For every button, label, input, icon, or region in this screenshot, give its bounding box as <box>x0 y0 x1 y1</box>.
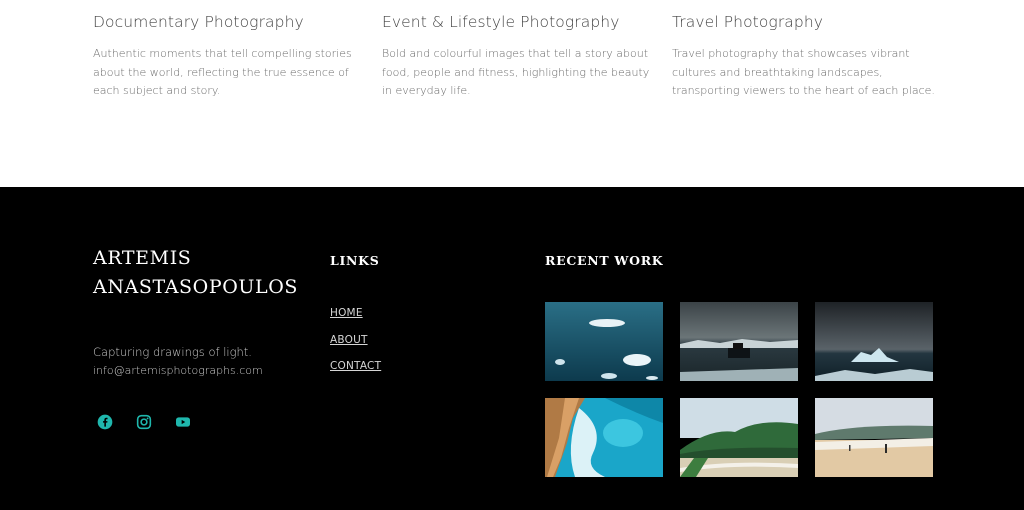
iceberg-storm-sky-photo <box>815 302 933 381</box>
recent-work-thumb-6[interactable] <box>815 398 933 477</box>
youtube-icon <box>176 417 190 427</box>
youtube-link[interactable] <box>174 413 192 431</box>
instagram-icon <box>136 414 152 430</box>
footer-link-home[interactable]: HOME <box>330 307 363 319</box>
brand-line-1: ARTEMIS <box>93 247 192 269</box>
service-description: Bold and colourful images that tell a st… <box>382 47 650 97</box>
recent-work-thumb-3[interactable] <box>815 302 933 381</box>
footer-link-contact[interactable]: CONTACT <box>330 360 381 372</box>
instagram-link[interactable] <box>135 413 153 431</box>
boat-among-icebergs-photo <box>680 302 798 381</box>
services-section: Documentary Photography Authentic moment… <box>0 0 1024 187</box>
ice-floes-aerial-photo <box>545 302 663 381</box>
brand-name: ARTEMIS ANASTASOPOULOS <box>93 244 298 302</box>
recent-work-heading: RECENT WORK <box>545 253 664 268</box>
coastal-rock-pool-aerial-photo <box>545 398 663 477</box>
service-description: Authentic moments that tell compelling s… <box>93 47 352 97</box>
site-footer: ARTEMIS ANASTASOPOULOS Capturing drawing… <box>0 187 1024 510</box>
footer-link-about[interactable]: ABOUT <box>330 334 368 346</box>
service-title: Event & Lifestyle Photography <box>382 13 620 31</box>
service-event-lifestyle: Event & Lifestyle Photography Bold and c… <box>382 12 652 101</box>
recent-work-thumb-4[interactable] <box>545 398 663 477</box>
brand-line-2: ANASTASOPOULOS <box>93 276 299 298</box>
service-title: Travel Photography <box>672 13 824 31</box>
facebook-link[interactable] <box>96 413 114 431</box>
service-travel: Travel Photography Travel photography th… <box>672 12 942 101</box>
recent-work-thumb-5[interactable] <box>680 398 798 477</box>
service-documentary: Documentary Photography Authentic moment… <box>93 12 363 101</box>
recent-work-thumb-1[interactable] <box>545 302 663 381</box>
recent-work-thumb-2[interactable] <box>680 302 798 381</box>
tagline: Capturing drawings of light. <box>93 345 252 359</box>
facebook-icon <box>97 414 113 430</box>
green-hills-coast-road-photo <box>680 398 798 477</box>
beach-walker-photo <box>815 398 933 477</box>
contact-email: info@artemisphotographs.com <box>93 364 263 377</box>
service-title: Documentary Photography <box>93 13 304 31</box>
links-heading: LINKS <box>330 253 380 268</box>
service-description: Travel photography that showcases vibran… <box>672 47 935 97</box>
